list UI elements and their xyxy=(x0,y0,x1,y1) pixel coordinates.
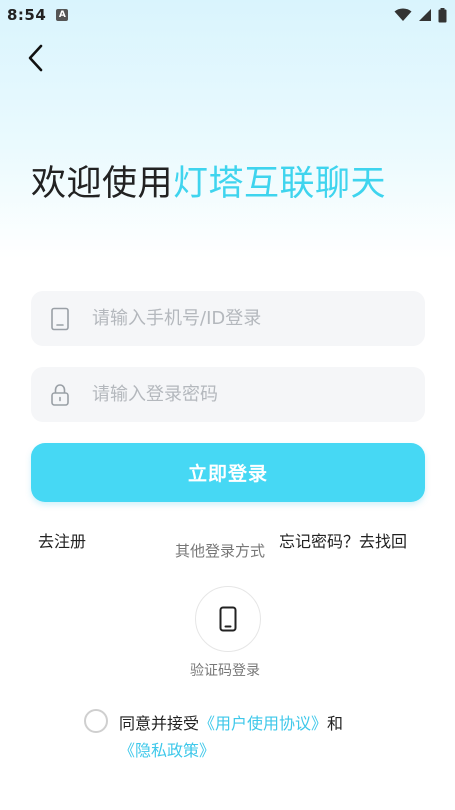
phone-input[interactable] xyxy=(92,308,392,329)
back-button[interactable] xyxy=(18,40,54,76)
login-screen: 8:54 A 欢迎使用灯塔互联聊天 请输入手机号/ID登录 立即登录 去注册 其… xyxy=(0,0,455,810)
login-button[interactable]: 立即登录 xyxy=(31,443,425,502)
welcome-prefix: 欢迎使用 xyxy=(31,164,174,204)
notification-badge-icon: A xyxy=(56,9,69,21)
phone-outline-icon xyxy=(48,307,72,331)
privacy-policy-link[interactable]: 《隐私政策》 xyxy=(119,741,215,760)
brand-name: 灯塔互联聊天 xyxy=(173,164,387,204)
wifi-icon xyxy=(394,8,412,21)
welcome-headline: 欢迎使用灯塔互联聊天 xyxy=(31,160,386,208)
lock-icon xyxy=(48,383,72,407)
other-login-title: 其他登录方式 xyxy=(175,542,266,560)
mobile-phone-icon xyxy=(219,606,237,632)
chevron-left-icon xyxy=(28,44,43,72)
agreement-text: 同意并接受《用户使用协议》和 xyxy=(119,710,343,734)
agreement-text-line2: 《隐私政策》 xyxy=(119,737,215,761)
status-bar: 8:54 A xyxy=(0,0,455,30)
agreement-prefix: 同意并接受 xyxy=(119,714,200,733)
phone-field[interactable] xyxy=(31,291,425,346)
forgot-password-link[interactable]: 忘记密码？去找回 xyxy=(279,528,407,552)
agreement-conjunction: 和 xyxy=(327,714,344,733)
password-input[interactable] xyxy=(92,384,392,405)
status-right xyxy=(394,7,447,23)
agreement-checkbox[interactable] xyxy=(84,709,108,733)
password-field[interactable] xyxy=(31,367,425,422)
sms-login-label: 验证码登录 xyxy=(190,663,260,679)
status-time: 8:54 xyxy=(7,6,47,24)
status-left: 8:54 A xyxy=(7,6,69,24)
register-link[interactable]: 去注册 xyxy=(38,528,86,552)
user-agreement-link[interactable]: 《用户使用协议》 xyxy=(199,714,327,733)
sms-login-button[interactable] xyxy=(195,586,261,652)
battery-icon xyxy=(438,7,447,22)
signal-icon xyxy=(419,9,431,21)
